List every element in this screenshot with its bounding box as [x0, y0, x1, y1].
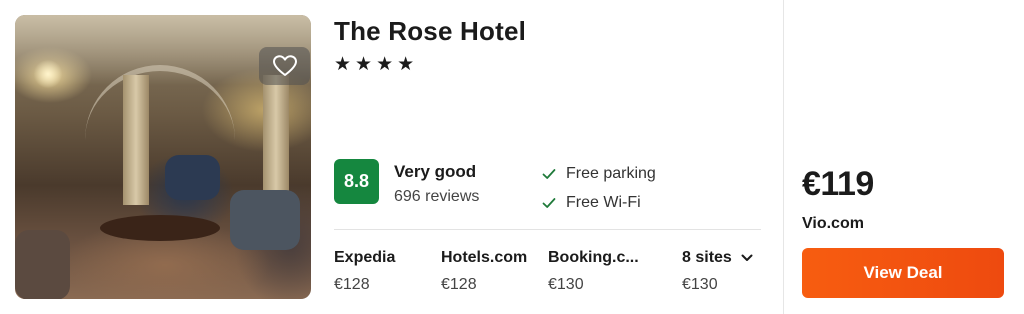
provider-booking-com[interactable]: Booking.c... €130	[548, 249, 639, 294]
photo-chair	[230, 190, 300, 250]
hotel-result-card[interactable]: The Rose Hotel ★★★★ 8.8 Very good 696 re…	[0, 0, 1024, 314]
amenity-label: Free parking	[566, 165, 656, 182]
photo-table	[100, 215, 220, 241]
photo-chair	[165, 155, 220, 200]
more-sites-label: 8 sites	[682, 249, 732, 266]
review-count[interactable]: 696 reviews	[394, 188, 479, 206]
provider-price: €128	[334, 276, 370, 293]
photo-chair	[15, 230, 70, 299]
hotel-name[interactable]: The Rose Hotel	[334, 16, 526, 47]
divider	[334, 229, 761, 230]
more-sites[interactable]: 8 sites €130	[682, 249, 753, 294]
provider-price: €130	[548, 276, 584, 293]
amenity-free-parking: Free parking	[542, 165, 656, 183]
chevron-down-icon	[741, 254, 753, 261]
check-icon	[542, 169, 556, 179]
photo-pillar	[123, 75, 149, 205]
provider-name: Expedia	[334, 249, 396, 266]
provider-expedia[interactable]: Expedia €128	[334, 249, 395, 294]
rating-label: Very good	[394, 162, 477, 181]
provider-price: €128	[441, 276, 477, 293]
heart-outline-icon	[272, 55, 297, 76]
best-price: €119	[802, 165, 874, 203]
check-icon	[542, 198, 556, 208]
column-divider	[783, 0, 784, 314]
view-deal-button[interactable]: View Deal	[802, 248, 1004, 298]
provider-price: €130	[682, 276, 718, 293]
rating-score-badge: 8.8	[334, 159, 379, 204]
provider-hotels-com[interactable]: Hotels.com €128	[441, 249, 527, 294]
more-sites-button[interactable]: 8 sites	[682, 249, 753, 267]
favorite-button[interactable]	[259, 47, 310, 85]
star-rating: ★★★★	[334, 54, 419, 75]
hotel-photo[interactable]	[15, 15, 311, 299]
photo-chandelier	[33, 60, 63, 88]
best-price-provider: Vio.com	[802, 215, 864, 232]
amenity-label: Free Wi-Fi	[566, 194, 641, 211]
provider-name: Hotels.com	[441, 249, 528, 266]
amenity-free-wifi: Free Wi-Fi	[542, 194, 641, 212]
photo-pillar	[263, 75, 289, 205]
provider-name: Booking.c...	[548, 249, 639, 266]
